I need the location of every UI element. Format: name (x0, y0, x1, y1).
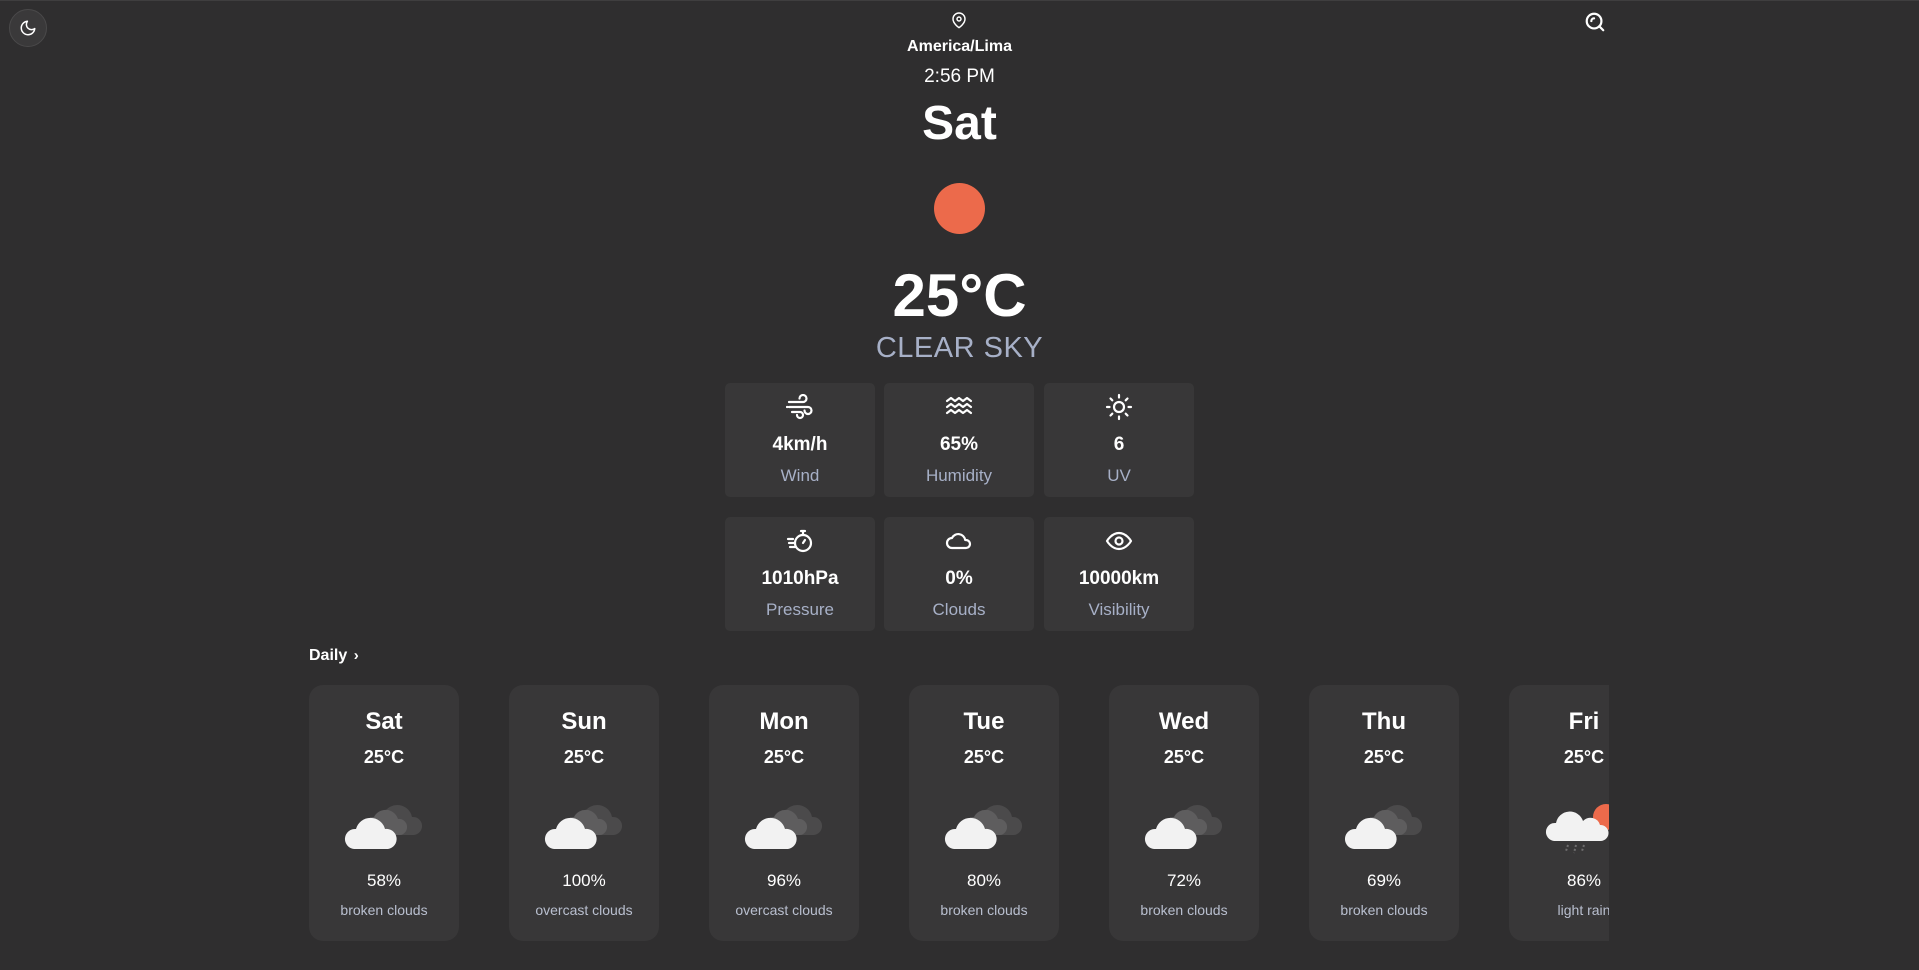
forecast-day: Fri (1568, 708, 1600, 735)
moon-icon (20, 20, 36, 36)
stopwatch-icon (786, 529, 813, 553)
weather-condition: CLEAR SKY (875, 332, 1044, 364)
pressure-card: 1010hPa Pressure (725, 517, 875, 631)
uv-value: 6 (1113, 434, 1125, 455)
forecast-temp: 25°C (1563, 747, 1605, 767)
sun-rain-cloud-icon (1545, 804, 1609, 854)
forecast-day: Sat (365, 708, 403, 735)
uv-label: UV (1107, 466, 1131, 485)
humidity-value: 65% (939, 434, 979, 455)
wind-label: Wind (780, 466, 820, 485)
clouds-label: Clouds (932, 600, 986, 619)
forecast-card[interactable]: Fri 25°C 86% light rain (1509, 685, 1609, 941)
forecast-temp: 25°C (563, 747, 605, 767)
wind-value: 4km/h (772, 434, 828, 455)
daily-forecast-link[interactable]: Daily › (309, 647, 359, 665)
forecast-desc: broken clouds (1340, 902, 1428, 918)
clouds-icon (944, 804, 1023, 849)
forecast-day: Mon (759, 708, 809, 735)
search-icon (1585, 12, 1605, 32)
wind-card: 4km/h Wind (725, 383, 875, 497)
current-time: 2:56 PM (924, 66, 995, 87)
forecast-desc: overcast clouds (735, 902, 833, 918)
forecast-temp: 25°C (763, 747, 805, 767)
forecast-desc: light rain (1557, 902, 1609, 918)
forecast-percent: 72% (1166, 871, 1202, 890)
forecast-percent: 96% (766, 871, 802, 890)
clouds-value: 0% (945, 568, 973, 589)
daily-heading: Daily (309, 647, 348, 664)
daily-forecast-carousel[interactable]: Sat 25°C 58% broken clouds Sun 25°C 100%… (309, 685, 1609, 941)
forecast-day: Wed (1158, 708, 1210, 735)
clouds-icon (744, 804, 823, 849)
forecast-card[interactable]: Sat 25°C 58% broken clouds (309, 685, 459, 941)
forecast-percent: 86% (1566, 871, 1602, 890)
forecast-percent: 69% (1366, 871, 1402, 890)
humidity-label: Humidity (925, 466, 993, 485)
visibility-label: Visibility (1088, 600, 1150, 619)
humidity-card: 65% Humidity (884, 383, 1034, 497)
waves-icon (945, 396, 973, 415)
forecast-card[interactable]: Mon 25°C 96% overcast clouds (709, 685, 859, 941)
clouds-card: 0% Clouds (884, 517, 1034, 631)
current-temperature: 25°C (892, 262, 1027, 329)
pressure-label: Pressure (765, 600, 835, 619)
forecast-day: Sun (561, 708, 607, 735)
location-name: America/Lima (907, 38, 1012, 55)
uv-card: 6 UV (1044, 383, 1194, 497)
sun-icon (1105, 393, 1133, 421)
visibility-value: 10000km (1078, 568, 1160, 589)
forecast-card[interactable]: Sun 25°C 100% overcast clouds (509, 685, 659, 941)
clouds-icon (1144, 804, 1223, 849)
clouds-icon (544, 804, 623, 849)
forecast-percent: 80% (966, 871, 1002, 890)
map-pin-icon (952, 12, 966, 29)
forecast-day: Thu (1362, 708, 1406, 735)
eye-icon (1105, 531, 1133, 551)
search-button[interactable] (1584, 11, 1606, 33)
chevron-right-icon: › (353, 647, 359, 664)
forecast-temp: 25°C (963, 747, 1005, 767)
forecast-desc: broken clouds (940, 902, 1028, 918)
forecast-day: Tue (963, 708, 1005, 735)
clouds-icon (1344, 804, 1423, 849)
forecast-percent: 58% (366, 871, 402, 890)
pressure-value: 1010hPa (761, 568, 839, 589)
forecast-desc: overcast clouds (535, 902, 633, 918)
wind-icon (786, 394, 813, 420)
cloud-icon (945, 532, 972, 550)
forecast-desc: broken clouds (1140, 902, 1228, 918)
clear-sky-sun-icon (934, 183, 985, 234)
clouds-icon (344, 804, 423, 849)
forecast-temp: 25°C (1363, 747, 1405, 767)
current-day: Sat (922, 97, 997, 150)
forecast-temp: 25°C (363, 747, 405, 767)
visibility-card: 10000km Visibility (1044, 517, 1194, 631)
forecast-card[interactable]: Wed 25°C 72% broken clouds (1109, 685, 1259, 941)
forecast-card[interactable]: Thu 25°C 69% broken clouds (1309, 685, 1459, 941)
forecast-temp: 25°C (1163, 747, 1205, 767)
forecast-percent: 100% (562, 871, 606, 890)
top-divider (0, 0, 1919, 1)
forecast-card[interactable]: Tue 25°C 80% broken clouds (909, 685, 1059, 941)
weather-app: America/Lima 2:56 PM Sat 25°C CLEAR SKY … (0, 0, 1919, 970)
forecast-desc: broken clouds (340, 902, 428, 918)
